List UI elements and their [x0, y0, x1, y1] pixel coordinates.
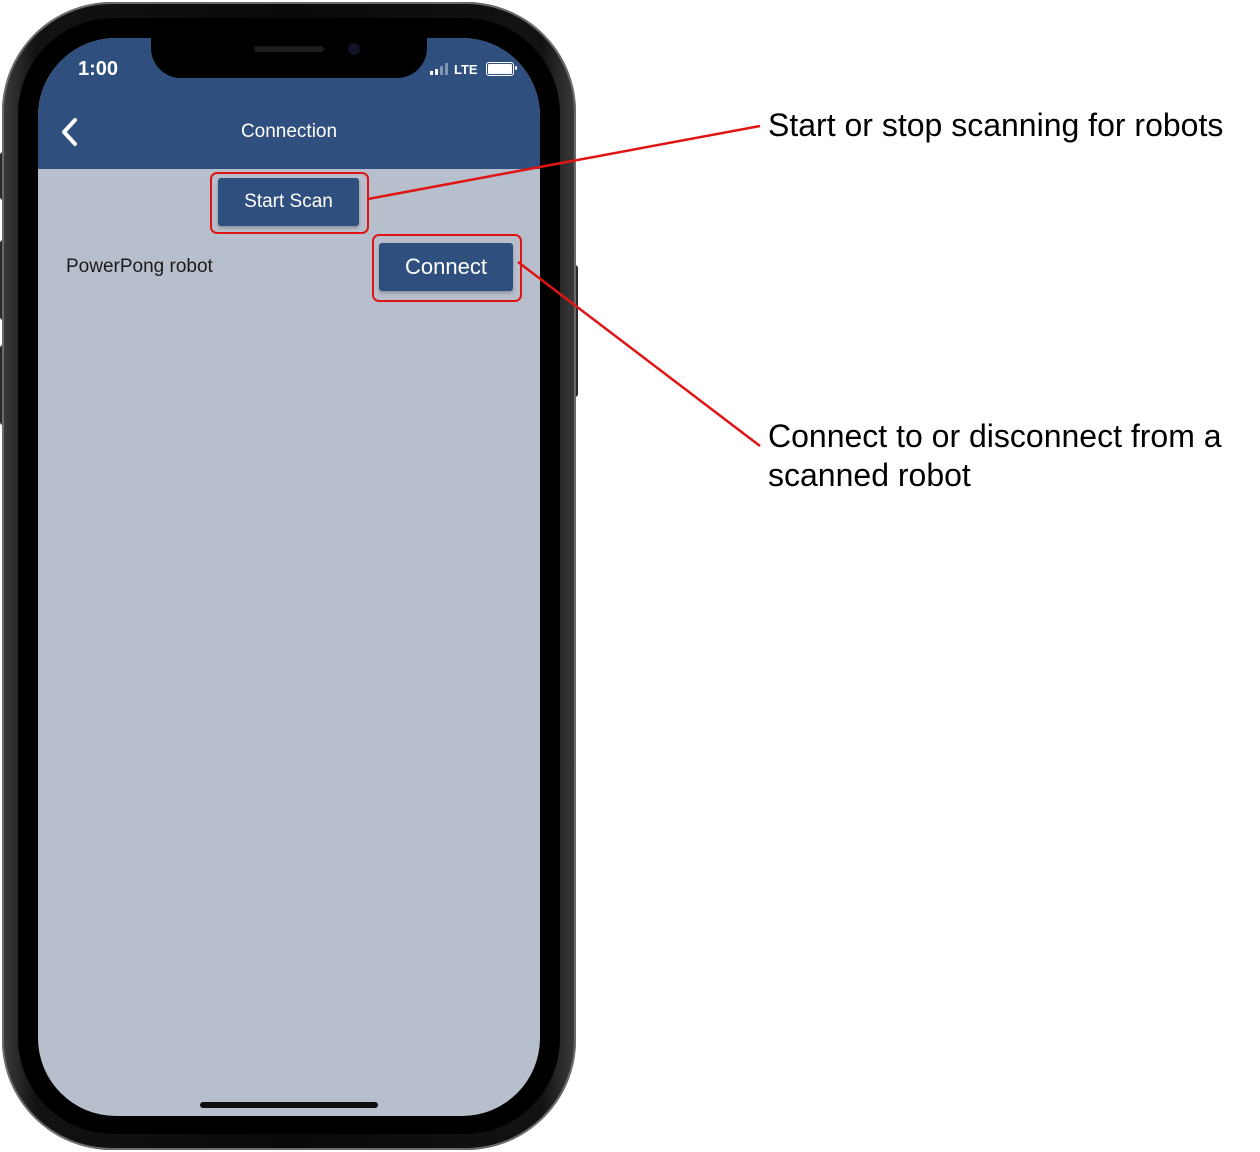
- connect-callout-line: [517, 261, 761, 447]
- speaker-grille: [254, 46, 324, 52]
- scan-callout-line: [367, 124, 761, 201]
- scan-callout-text: Start or stop scanning for robots: [768, 107, 1224, 143]
- camera-icon: [348, 43, 360, 55]
- callout-lines: [367, 124, 761, 447]
- connect-callout-text: Connect to or disconnect from a scanned …: [768, 418, 1222, 493]
- notch: [151, 38, 427, 78]
